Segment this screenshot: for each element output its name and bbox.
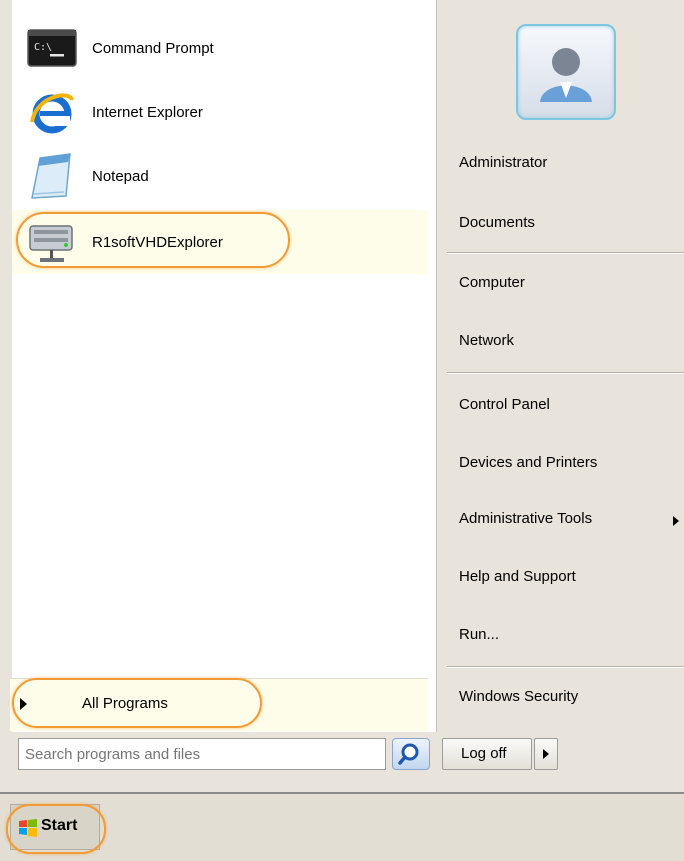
program-item-notepad[interactable]: Notepad	[12, 144, 428, 208]
program-item-command-prompt[interactable]: C:\ Command Prompt	[12, 16, 428, 80]
pinned-programs-list: C:\ Command Prompt Internet Explorer Not…	[12, 0, 436, 280]
menu-separator	[447, 252, 684, 254]
program-label: Notepad	[92, 167, 149, 185]
menu-item-network[interactable]: Network	[459, 332, 514, 349]
menu-separator	[447, 372, 684, 374]
programs-pane: C:\ Command Prompt Internet Explorer Not…	[12, 0, 436, 732]
menu-item-control-panel[interactable]: Control Panel	[459, 396, 550, 413]
menu-item-help-and-support[interactable]: Help and Support	[459, 568, 576, 585]
log-off-label: Log off	[461, 745, 507, 762]
user-avatar-icon	[540, 48, 592, 102]
svg-text:C:\: C:\	[34, 42, 52, 53]
search-input[interactable]	[18, 738, 386, 770]
search-button[interactable]	[392, 738, 430, 770]
shutdown-options-button[interactable]	[534, 738, 558, 770]
user-tile[interactable]	[516, 24, 616, 120]
submenu-arrow-icon	[673, 516, 679, 526]
program-label: Command Prompt	[92, 39, 214, 57]
menu-item-computer[interactable]: Computer	[459, 274, 525, 291]
menu-separator	[447, 666, 684, 668]
log-off-button[interactable]: Log off	[442, 738, 532, 770]
internet-explorer-icon	[26, 86, 78, 138]
menu-item-administrative-tools[interactable]: Administrative Tools	[459, 510, 592, 527]
highlight-ring	[16, 212, 290, 268]
program-item-internet-explorer[interactable]: Internet Explorer	[12, 80, 428, 144]
menu-item-administrator[interactable]: Administrator	[459, 154, 547, 171]
menu-item-windows-security[interactable]: Windows Security	[459, 688, 578, 705]
notepad-icon	[26, 150, 78, 202]
menu-item-devices-and-printers[interactable]: Devices and Printers	[459, 454, 597, 471]
menu-item-documents[interactable]: Documents	[459, 214, 535, 231]
highlight-ring	[6, 804, 106, 854]
search-icon	[398, 743, 419, 765]
chevron-right-icon	[543, 749, 549, 759]
command-prompt-icon: C:\	[26, 22, 78, 74]
program-label: Internet Explorer	[92, 103, 203, 121]
highlight-ring	[12, 678, 262, 728]
right-menu-pane: Administrator Documents Computer Network…	[436, 0, 684, 732]
taskbar: Start	[0, 792, 684, 861]
menu-item-run[interactable]: Run...	[459, 626, 499, 643]
